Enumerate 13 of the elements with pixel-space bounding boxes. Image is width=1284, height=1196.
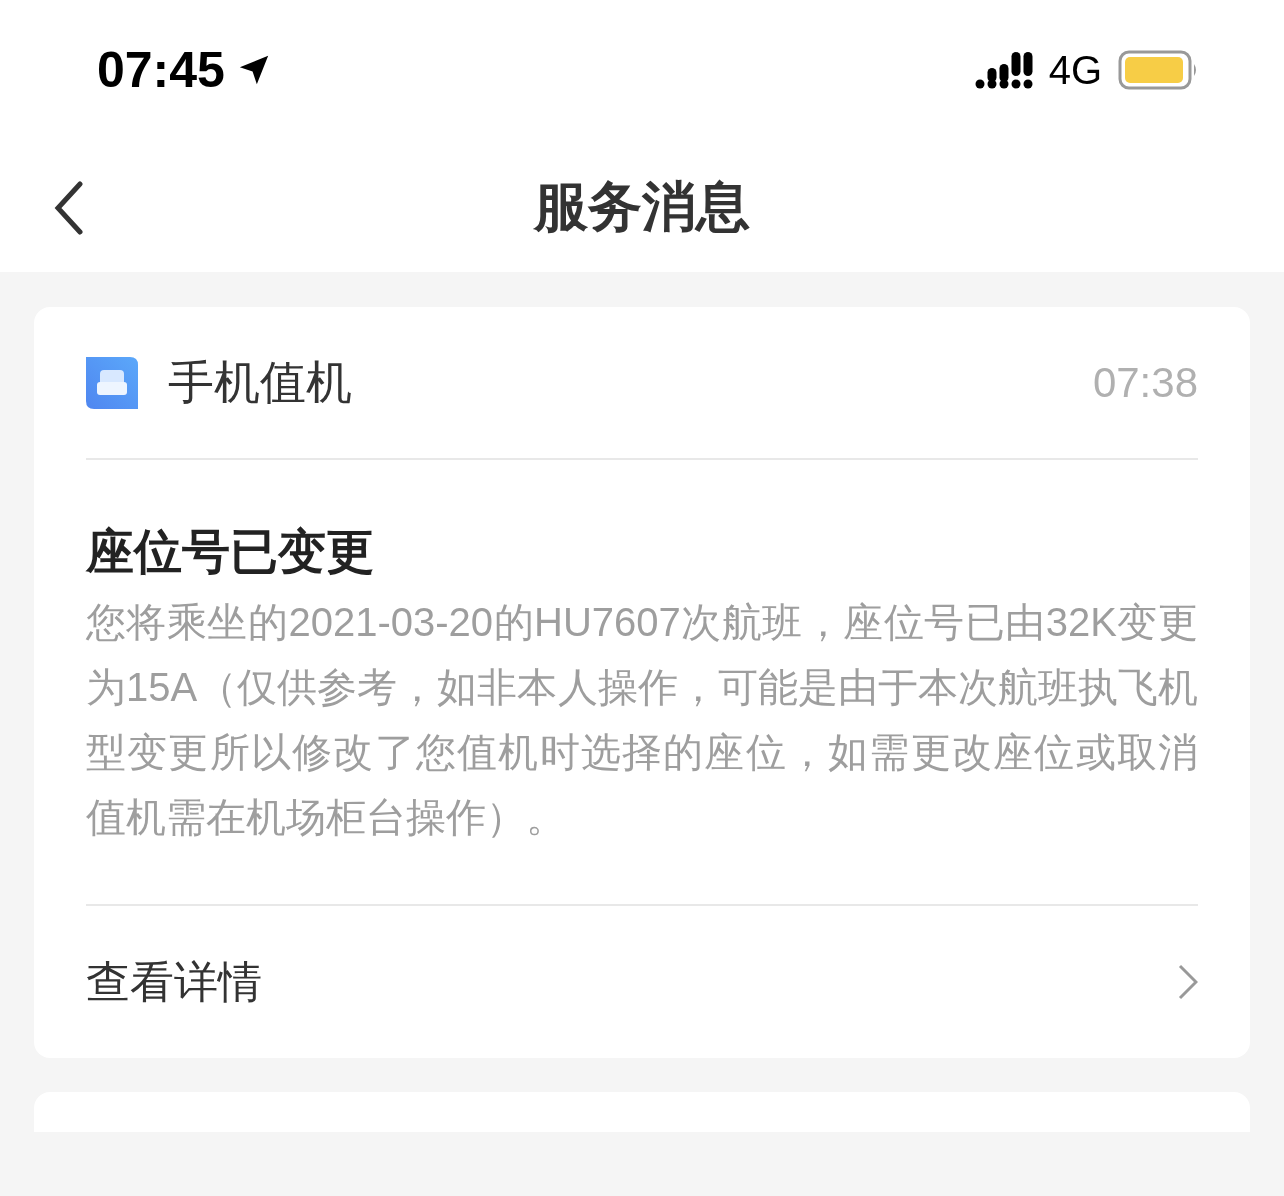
app-name: 手机值机: [168, 355, 352, 410]
network-label: 4G: [1048, 47, 1102, 94]
status-time: 07:45: [97, 40, 225, 100]
back-icon: [54, 181, 84, 235]
message-title: 座位号已变更: [86, 524, 375, 580]
view-details-link[interactable]: 查看详情: [86, 949, 262, 1015]
battery-icon: [1118, 50, 1198, 90]
message-body: 您将乘坐的2021-03-20的HU7607次航班，座位号已由32K变更为15A（仅供参考，如非本人操作，可能是由于本次航班执飞机型变更所以修改了您值机时选择的座位，如需更改座位或取消值机需在机场柜台操作）。: [86, 599, 1198, 841]
seat-icon: [86, 356, 138, 409]
chevron-right-icon: [1178, 964, 1198, 1000]
page-title: 服务消息: [534, 174, 750, 238]
message-time: 07:38: [1092, 358, 1198, 408]
signal-icon: [974, 50, 1033, 90]
